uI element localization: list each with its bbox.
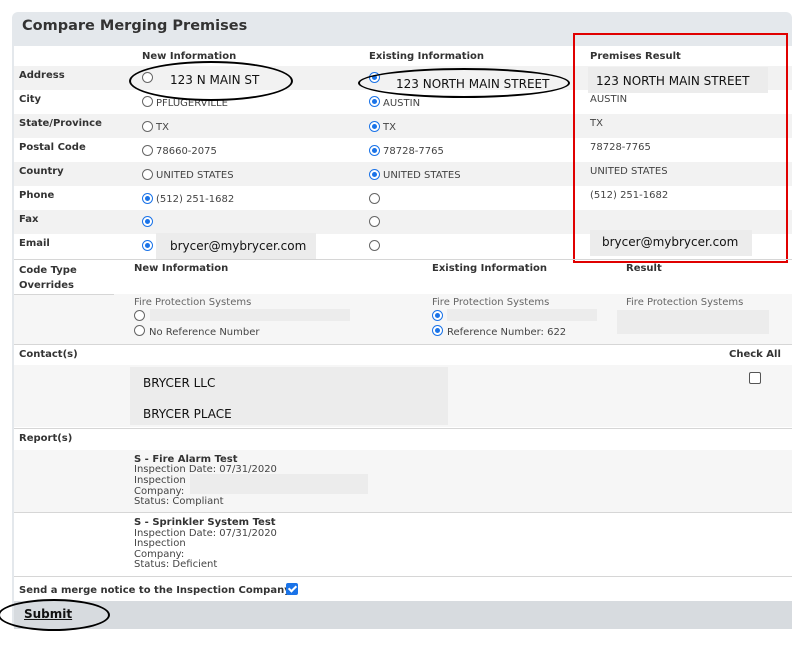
code-existing-reference-label: Reference Number: 622 <box>447 327 567 338</box>
code-existing-reference-radio[interactable] <box>432 310 443 321</box>
row-label-fax: Fax <box>19 214 39 225</box>
state-existing-radio[interactable] <box>369 121 380 132</box>
annotation-ellipse <box>0 599 110 631</box>
code-existing-reference-box <box>447 309 597 321</box>
row-label-country: Country <box>19 166 64 177</box>
contact-item: BRYCER LLC <box>143 376 216 390</box>
country-existing-radio[interactable] <box>369 169 380 180</box>
footer-bar <box>14 601 792 629</box>
check-all-checkbox[interactable] <box>749 372 761 384</box>
code-result-header: Result <box>626 263 662 274</box>
row-label-postal: Postal Code <box>19 142 86 153</box>
state-new-radio[interactable] <box>142 121 153 132</box>
row-label-phone: Phone <box>19 190 55 201</box>
check-all-label: Check All <box>729 349 781 360</box>
merge-notice-label: Send a merge notice to the Inspection Co… <box>19 585 291 596</box>
postal-new-value: 78660-2075 <box>156 146 217 157</box>
code-no-reference-radio[interactable] <box>134 325 145 336</box>
code-result-system: Fire Protection Systems <box>626 297 744 308</box>
annotation-ellipse <box>129 61 293 101</box>
col-existing-header: Existing Information <box>369 51 484 62</box>
contacts-label: Contact(s) <box>19 349 78 360</box>
contact-item: BRYCER PLACE <box>143 407 232 421</box>
report-inspection: Inspection <box>134 475 186 486</box>
postal-existing-value: 78728-7765 <box>383 146 444 157</box>
divider <box>14 344 792 345</box>
code-new-header: New Information <box>134 263 229 274</box>
code-existing-reference-number-radio[interactable] <box>432 325 443 336</box>
divider <box>14 512 792 513</box>
code-new-reference-radio[interactable] <box>134 310 145 321</box>
merge-notice-checkbox[interactable] <box>286 583 298 595</box>
divider <box>14 259 792 260</box>
email-new-radio[interactable] <box>142 240 153 251</box>
phone-new-radio[interactable] <box>142 193 153 204</box>
code-new-reference-box <box>150 309 350 321</box>
email-new-value: brycer@mybrycer.com <box>170 239 307 253</box>
reports-label: Report(s) <box>19 433 73 444</box>
row-label-state: State/Province <box>19 118 102 129</box>
postal-new-radio[interactable] <box>142 145 153 156</box>
code-result-box <box>617 310 769 334</box>
divider <box>14 428 792 429</box>
report-band <box>14 450 792 512</box>
row-label-email: Email <box>19 238 50 249</box>
code-no-reference-label: No Reference Number <box>149 327 260 338</box>
city-new-radio[interactable] <box>142 96 153 107</box>
postal-existing-radio[interactable] <box>369 145 380 156</box>
city-existing-value: AUSTIN <box>383 98 421 109</box>
state-existing-value: TX <box>383 122 396 133</box>
report-date: Inspection Date: 07/31/2020 <box>134 464 277 475</box>
country-existing-value: UNITED STATES <box>383 170 461 181</box>
phone-existing-radio[interactable] <box>369 193 380 204</box>
page-title: Compare Merging Premises <box>22 18 248 34</box>
country-new-radio[interactable] <box>142 169 153 180</box>
fax-new-radio[interactable] <box>142 216 153 227</box>
code-type-label: Code Type Overrides <box>19 265 77 291</box>
fax-existing-radio[interactable] <box>369 216 380 227</box>
report-status: Status: Deficient <box>134 559 218 570</box>
code-new-system: Fire Protection Systems <box>134 297 252 308</box>
row-label-city: City <box>19 94 42 105</box>
code-existing-system: Fire Protection Systems <box>432 297 550 308</box>
annotation-highlight-box <box>573 33 788 263</box>
city-existing-radio[interactable] <box>369 96 380 107</box>
phone-new-value: (512) 251-1682 <box>156 194 235 205</box>
email-existing-radio[interactable] <box>369 240 380 251</box>
report-redacted-box <box>190 474 368 494</box>
divider <box>14 576 792 577</box>
annotation-ellipse <box>358 68 570 98</box>
row-label-address: Address <box>19 70 65 81</box>
code-existing-header: Existing Information <box>432 263 547 274</box>
report-status: Status: Compliant <box>134 496 224 507</box>
report-title: S - Sprinkler System Test <box>134 517 276 528</box>
report-inspection: Inspection <box>134 538 186 549</box>
state-new-value: TX <box>156 122 169 133</box>
divider <box>14 294 114 295</box>
country-new-value: UNITED STATES <box>156 170 234 181</box>
